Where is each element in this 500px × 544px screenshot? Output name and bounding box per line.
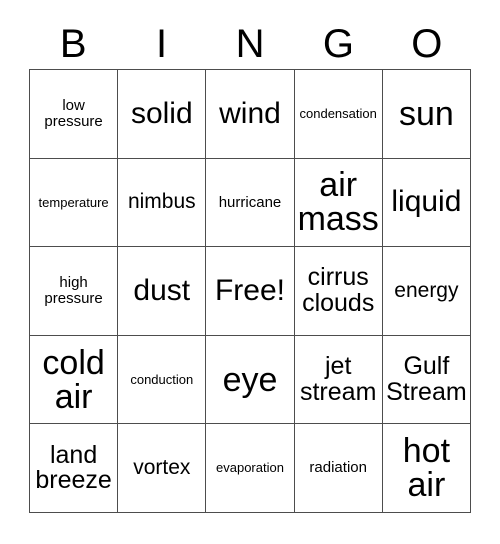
- bingo-cell-g3[interactable]: cirrus clouds: [294, 247, 383, 336]
- bingo-cell-label: solid: [130, 96, 193, 130]
- bingo-cell-i5[interactable]: vortex: [118, 424, 207, 513]
- bingo-cell-label: condensation: [299, 105, 377, 121]
- header-letter-i: I: [156, 22, 168, 66]
- bingo-cell-i2[interactable]: nimbus: [118, 158, 207, 248]
- bingo-cell-label: land breeze: [35, 440, 112, 495]
- bingo-cell-n4[interactable]: eye: [206, 335, 295, 425]
- bingo-card: B I N G O low pressure solid wind conden…: [0, 0, 500, 544]
- bingo-cell-b4[interactable]: cold air: [30, 335, 119, 425]
- bingo-cell-label: temperature: [38, 194, 109, 210]
- bingo-cell-label: nimbus: [127, 190, 196, 214]
- bingo-cell-label: eye: [222, 360, 278, 399]
- bingo-cell-i1[interactable]: solid: [118, 70, 207, 159]
- bingo-cell-label: air mass: [297, 166, 379, 239]
- bingo-cell-g1[interactable]: condensation: [294, 70, 383, 159]
- bingo-cell-label: dust: [133, 273, 191, 307]
- bingo-cell-n2[interactable]: hurricane: [206, 158, 295, 248]
- bingo-cell-label: low pressure: [44, 97, 103, 130]
- bingo-cell-label: radiation: [309, 459, 367, 477]
- bingo-cell-label: high pressure: [44, 274, 103, 307]
- bingo-cell-b2[interactable]: temperature: [30, 158, 119, 248]
- bingo-cell-label: jet stream: [299, 352, 377, 406]
- header-letter-b: B: [59, 22, 87, 66]
- bingo-cell-label: Free!: [214, 273, 285, 307]
- bingo-cell-label: Gulf Stream: [386, 352, 467, 406]
- header-letter-n: N: [235, 22, 265, 66]
- header-letter-o: O: [411, 22, 443, 66]
- bingo-cell-n5[interactable]: evaporation: [206, 424, 295, 513]
- bingo-cell-b5[interactable]: land breeze: [30, 424, 119, 513]
- bingo-cell-label: wind: [219, 96, 281, 130]
- bingo-cell-label: liquid: [391, 185, 462, 219]
- bingo-cell-label: cold air: [42, 343, 105, 416]
- bingo-cell-i3[interactable]: dust: [118, 247, 207, 336]
- bingo-cell-b3[interactable]: high pressure: [30, 247, 119, 336]
- bingo-cell-label: hurricane: [218, 193, 282, 211]
- bingo-cell-g2[interactable]: air mass: [294, 158, 383, 248]
- bingo-cell-b1[interactable]: low pressure: [30, 70, 119, 159]
- bingo-cell-o5[interactable]: hot air: [382, 424, 471, 513]
- bingo-cell-o4[interactable]: Gulf Stream: [382, 335, 471, 425]
- bingo-cell-label: energy: [394, 278, 459, 302]
- bingo-cell-n1[interactable]: wind: [206, 70, 295, 159]
- bingo-cell-label: evaporation: [216, 460, 284, 476]
- bingo-grid: low pressure solid wind condensation sun…: [29, 69, 471, 513]
- header-letter-g: G: [322, 22, 354, 66]
- bingo-cell-free-space[interactable]: Free!: [206, 247, 295, 336]
- bingo-cell-o3[interactable]: energy: [382, 247, 471, 336]
- bingo-cell-g4[interactable]: jet stream: [294, 335, 383, 425]
- bingo-cell-label: vortex: [133, 456, 191, 480]
- bingo-cell-o2[interactable]: liquid: [382, 158, 471, 248]
- bingo-cell-label: hot air: [402, 432, 451, 505]
- bingo-cell-g5[interactable]: radiation: [294, 424, 383, 513]
- bingo-cell-label: conduction: [130, 371, 194, 387]
- bingo-header-row: B I N G O: [29, 20, 471, 68]
- bingo-cell-label: cirrus clouds: [302, 263, 375, 317]
- bingo-cell-label: sun: [398, 94, 454, 133]
- bingo-cell-o1[interactable]: sun: [382, 70, 471, 159]
- bingo-cell-i4[interactable]: conduction: [118, 335, 207, 425]
